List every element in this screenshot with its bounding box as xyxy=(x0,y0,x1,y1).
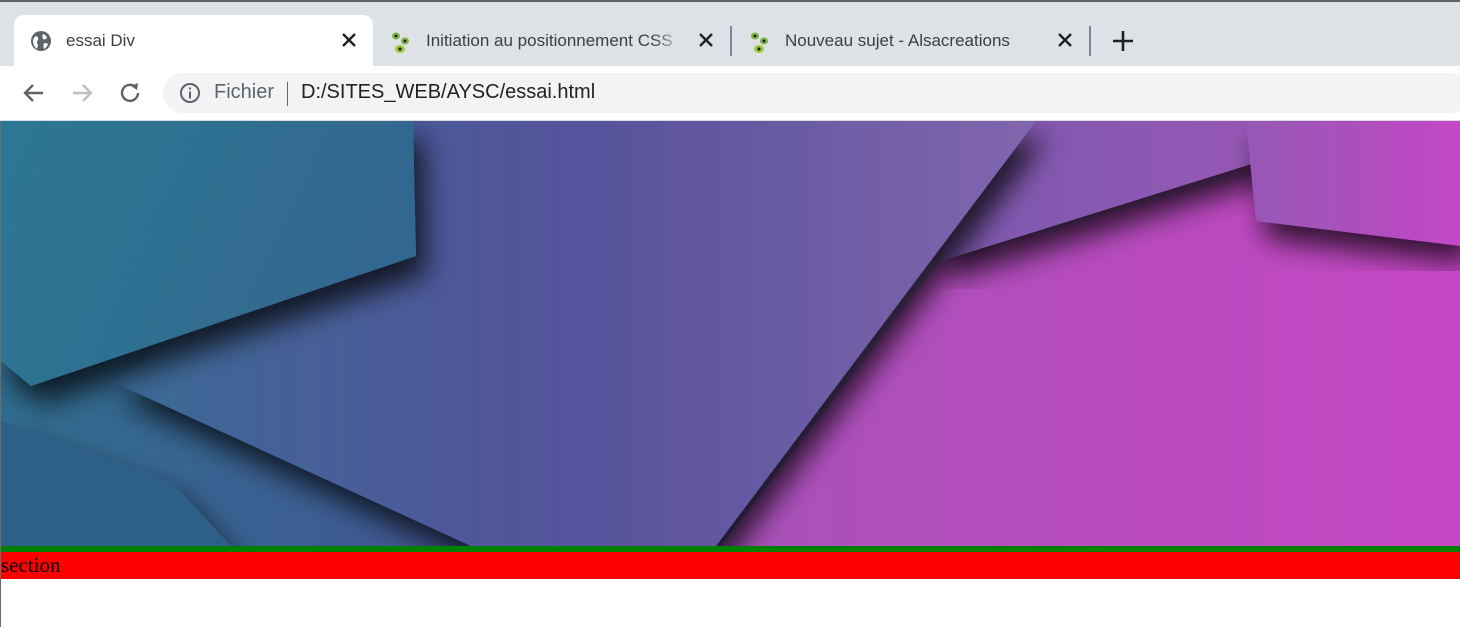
alsacreations-icon xyxy=(749,30,771,53)
header-background-image xyxy=(1,121,1460,546)
address-divider xyxy=(287,82,288,106)
close-tab-icon[interactable] xyxy=(1055,30,1075,50)
tab-strip: essai Div Initiation au positionnement C… xyxy=(0,0,1460,66)
tab-separator xyxy=(730,26,732,56)
new-tab-icon[interactable] xyxy=(1110,28,1136,54)
close-tab-icon[interactable] xyxy=(696,30,716,50)
reload-icon[interactable] xyxy=(116,79,144,107)
section-block: section xyxy=(1,552,1460,579)
info-icon[interactable] xyxy=(179,82,201,104)
tab-essai-div[interactable]: essai Div xyxy=(14,15,373,66)
back-arrow-icon[interactable] xyxy=(20,79,48,107)
browser-toolbar: Fichier D:/SITES_WEB/AYSC/essai.html xyxy=(0,66,1460,120)
tab-title: Nouveau sujet - Alsacreations xyxy=(785,30,1010,50)
globe-icon xyxy=(30,30,52,52)
tab-title: Initiation au positionnement CSS xyxy=(426,30,673,50)
alsacreations-icon xyxy=(390,30,412,53)
scheme-label: Fichier xyxy=(214,81,275,103)
tab-title: essai Div xyxy=(66,30,135,50)
tab-initiation-css[interactable]: Initiation au positionnement CSS xyxy=(374,15,730,66)
forward-arrow-icon[interactable] xyxy=(68,79,96,107)
url-text[interactable]: D:/SITES_WEB/AYSC/essai.html xyxy=(301,81,595,104)
tab-nouveau-sujet[interactable]: Nouveau sujet - Alsacreations xyxy=(733,15,1089,66)
page-viewport: section xyxy=(0,121,1460,627)
address-bar[interactable]: Fichier D:/SITES_WEB/AYSC/essai.html xyxy=(163,73,1460,113)
tab-separator xyxy=(1089,26,1091,56)
window-top-border xyxy=(0,0,1460,2)
close-tab-icon[interactable] xyxy=(339,30,359,50)
